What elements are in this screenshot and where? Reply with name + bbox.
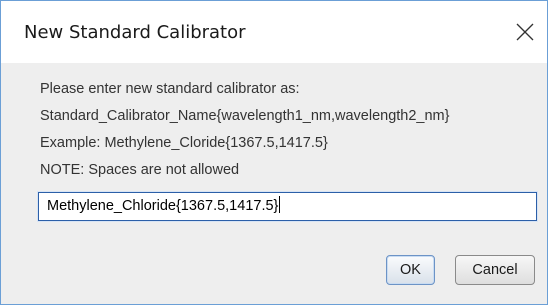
text-caret [279, 196, 281, 213]
close-button[interactable] [507, 15, 543, 49]
example-text: Example: Methylene_Cloride{1367.5,1417.5… [40, 135, 328, 151]
input-value: Methylene_Chloride{1367.5,1417.5} [47, 198, 279, 214]
dialog-title: New Standard Calibrator [24, 22, 246, 43]
close-icon [516, 23, 534, 41]
cancel-button[interactable]: Cancel [455, 255, 535, 285]
note-text: NOTE: Spaces are not allowed [40, 162, 240, 178]
dialog-content: Please enter new standard calibrator as:… [1, 63, 547, 304]
calibrator-name-input[interactable]: Methylene_Chloride{1367.5,1417.5} [38, 192, 537, 221]
dialog-window: New Standard Calibrator Please enter new… [0, 0, 548, 305]
title-bar[interactable]: New Standard Calibrator [1, 1, 547, 63]
format-text: Standard_Calibrator_Name{wavelength1_nm,… [40, 108, 450, 124]
ok-button[interactable]: OK [386, 255, 435, 285]
instruction-text: Please enter new standard calibrator as: [40, 81, 300, 97]
